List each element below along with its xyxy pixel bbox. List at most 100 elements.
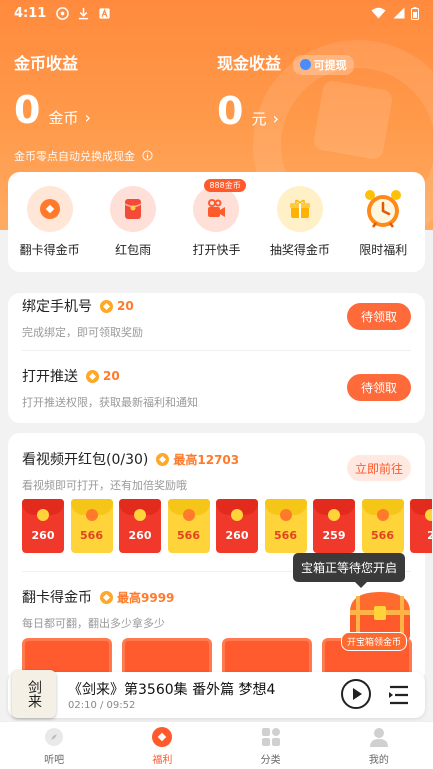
open-chest-label[interactable]: 开宝箱领金币	[341, 632, 408, 651]
flip-task-max: 最高9999	[117, 590, 175, 605]
red-envelope[interactable]: 260	[216, 499, 258, 553]
red-envelope[interactable]: 566	[361, 499, 404, 553]
info-icon	[141, 150, 153, 161]
coin-icon	[100, 590, 113, 604]
task-points: 20	[117, 299, 134, 313]
coin-earnings-title: 金币收益	[14, 54, 79, 73]
task-enable-push: 打开推送 20 打开推送权限，获取最新福利和通知 待领取	[22, 366, 411, 426]
envelope-seal-icon	[231, 509, 243, 521]
task-bind-phone: 绑定手机号 20 完成绑定，即可领取奖励 待领取	[22, 295, 411, 355]
quick-action-card-flip[interactable]: 翻卡得金币	[10, 186, 90, 258]
video-task-max: 最高12703	[173, 452, 240, 467]
wifi-icon	[371, 7, 386, 19]
envelope-amount: 2	[427, 529, 432, 542]
welfare-coin-icon	[152, 726, 173, 747]
quick-action-lottery[interactable]: 抽奖得金币	[260, 186, 340, 258]
player-time: 02:10 / 09:52	[68, 700, 136, 711]
tab-category[interactable]: 分类	[217, 722, 325, 769]
cash-earnings-title: 现金收益	[217, 54, 282, 73]
alarm-clock-icon	[365, 190, 402, 228]
quick-actions: 翻卡得金币 红包雨 888金币 打开快手 抽奖得金币 限时福利	[8, 172, 425, 272]
play-icon[interactable]	[341, 679, 371, 709]
red-envelope[interactable]: 259	[313, 499, 355, 553]
envelope-seal-icon	[182, 509, 195, 521]
coin-icon	[156, 452, 170, 466]
red-envelope[interactable]: 260	[119, 499, 161, 553]
cash-earnings-value: 0	[217, 88, 244, 133]
profile-icon	[369, 727, 388, 747]
red-envelope[interactable]: 260	[22, 499, 64, 553]
coin-earnings[interactable]: 金币收益 0 金币 ›	[14, 50, 91, 132]
bottom-tab-bar: 听吧 福利 分类 我的	[0, 721, 433, 769]
envelope-amount: 566	[177, 529, 200, 542]
red-envelope[interactable]: 566	[264, 499, 307, 553]
screen: 4:11 金币收益 0 金币 › 现金收益 可提现 0 元 › 金币零点自动兑换…	[0, 0, 433, 769]
notification-icon	[56, 6, 70, 20]
quick-action-limited-offer[interactable]: 限时福利	[343, 186, 423, 258]
cash-earnings[interactable]: 现金收益 可提现 0 元 ›	[217, 50, 354, 133]
coin-icon	[86, 369, 99, 383]
claim-button[interactable]: 待领取	[347, 303, 411, 330]
envelope-seal-icon	[85, 509, 98, 521]
status-bar: 4:11	[0, 0, 433, 26]
task-title: 绑定手机号	[22, 299, 92, 315]
tab-listen[interactable]: 听吧	[0, 722, 108, 769]
compass-icon	[45, 727, 64, 746]
task-points: 20	[103, 369, 120, 383]
battery-icon	[411, 6, 419, 20]
red-envelope[interactable]: 2	[410, 499, 432, 553]
envelope-amount: 566	[80, 529, 103, 542]
tab-profile[interactable]: 我的	[325, 722, 433, 769]
envelope-amount: 260	[225, 529, 249, 542]
cash-earnings-unit: 元	[251, 109, 267, 128]
envelope-amount: 260	[31, 529, 55, 542]
claim-button[interactable]: 待领取	[347, 374, 411, 401]
envelope-amount: 566	[371, 529, 394, 542]
album-cover-text: 剑来	[26, 680, 42, 708]
gift-box-icon	[289, 199, 310, 218]
withdrawable-badge: 可提现	[292, 54, 354, 75]
envelope-seal-icon	[279, 509, 292, 521]
task-title: 打开推送	[22, 369, 78, 385]
envelope-row: 260 566 260 566 260 566 259 566 2	[22, 499, 432, 553]
auto-exchange-note[interactable]: 金币零点自动兑换成现金	[14, 148, 153, 164]
chevron-right-icon: ›	[272, 108, 279, 128]
red-envelope[interactable]: 566	[70, 499, 113, 553]
red-packet-icon	[124, 199, 142, 219]
envelope-seal-icon	[376, 509, 389, 521]
envelope-amount: 566	[274, 529, 297, 542]
reward-badge: 888金币	[204, 179, 246, 192]
playlist-icon[interactable]	[388, 681, 410, 709]
status-time: 4:11	[14, 5, 47, 21]
go-now-button[interactable]: 立即前往	[347, 455, 411, 481]
card-flip-icon	[39, 199, 60, 219]
task-card: 绑定手机号 20 完成绑定，即可领取奖励 待领取 打开推送 20 打开推送权限，…	[8, 293, 425, 423]
quick-action-red-packet[interactable]: 红包雨	[93, 186, 173, 258]
envelope-seal-icon	[37, 509, 49, 521]
coin-icon	[100, 299, 113, 313]
category-grid-icon	[261, 727, 280, 746]
chevron-right-icon: ›	[84, 108, 91, 127]
envelope-amount: 259	[322, 529, 346, 542]
red-envelope[interactable]: 566	[167, 499, 210, 553]
kuaishou-icon	[208, 199, 226, 217]
coin-earnings-value: 0	[14, 88, 41, 132]
album-cover[interactable]: 剑来	[12, 670, 56, 718]
player-title: 《剑来》第3560集 番外篇 梦想4	[68, 682, 276, 698]
tab-welfare[interactable]: 福利	[108, 722, 216, 769]
flip-task-title: 翻卡得金币	[22, 590, 92, 606]
envelope-seal-icon	[328, 509, 340, 521]
video-task-desc: 看视频即可打开，还有加倍奖励哦	[22, 479, 187, 492]
video-task-title: 看视频开红包(0/30)	[22, 452, 149, 468]
signal-icon	[393, 7, 405, 19]
download-icon	[79, 7, 89, 19]
coin-earnings-unit: 金币	[48, 109, 79, 127]
mini-player[interactable]: 剑来 《剑来》第3560集 番外篇 梦想4 02:10 / 09:52	[8, 670, 425, 718]
envelope-seal-icon	[425, 509, 432, 521]
withdraw-icon	[299, 59, 311, 70]
envelope-amount: 260	[128, 529, 152, 542]
app-notification-icon	[99, 7, 110, 19]
quick-action-open-kuaishou[interactable]: 888金币 打开快手	[176, 179, 256, 258]
envelope-seal-icon	[134, 509, 146, 521]
chest-tooltip: 宝箱正等待您开启	[293, 553, 406, 588]
